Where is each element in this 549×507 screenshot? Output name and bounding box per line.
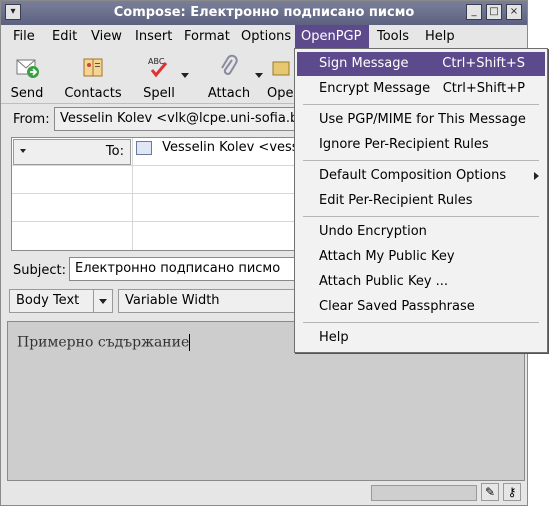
menu-item-ignore-rules[interactable]: Ignore Per-Recipient Rules [297,133,545,157]
menu-insert[interactable]: Insert [135,29,172,44]
menu-item-help[interactable]: Help [297,326,545,350]
menu-separator [303,160,539,161]
paragraph-style-value: Body Text [16,293,80,308]
key-icon[interactable]: ⚷ [503,483,521,501]
sign-message-shortcut: Ctrl+Shift+S [442,56,525,71]
menu-options[interactable]: Options [241,29,291,44]
font-value: Variable Width [125,293,220,308]
menu-item-use-pgp-mime[interactable]: Use PGP/MIME for This Message [297,108,545,132]
address-card-icon [136,140,152,155]
sign-message-label: Sign Message [319,56,409,71]
undo-encryption-label: Undo Encryption [319,224,427,239]
attach-label: Attach [207,86,251,101]
svg-text:ABC: ABC [148,57,165,66]
send-label: Send [10,86,44,101]
body-text: Примерно съдържание [17,334,190,351]
encrypt-message-shortcut: Ctrl+Shift+P [442,81,525,96]
recipient-type-label: To: [105,144,124,159]
use-pgp-mime-label: Use PGP/MIME for This Message [319,112,526,127]
spell-label: Spell [143,86,175,101]
open-label: Ope [267,86,294,101]
send-button[interactable]: Send [0,51,57,101]
menu-edit[interactable]: Edit [52,29,77,44]
grid-row-line [12,221,310,222]
menu-item-attach-my-public-key[interactable]: Attach My Public Key [297,245,545,269]
grid-row-line [12,193,310,194]
chevron-down-icon [20,149,26,153]
menu-item-encrypt-message[interactable]: Encrypt Message Ctrl+Shift+P [297,77,545,101]
paperclip-icon [221,54,238,75]
body-text-container: Примерно съдържание [17,334,191,351]
menu-format[interactable]: Format [184,29,230,44]
menu-file[interactable]: File [13,29,35,44]
maximize-button[interactable]: □ [486,4,502,20]
subject-input[interactable]: Електронно подписано писмо [69,257,301,281]
send-icon [16,59,39,78]
attach-my-key-label: Attach My Public Key [319,249,455,264]
menu-item-default-composition-options[interactable]: Default Composition Options [297,164,545,188]
recipients-list: To: Vesselin Kolev <vesso [11,137,311,251]
attach-button[interactable]: Attach [199,51,259,101]
contacts-label: Contacts [64,86,122,101]
grid-row-line [12,165,310,166]
text-caret [189,334,191,351]
dropdown-button[interactable] [93,290,112,312]
menu-tools[interactable]: Tools [377,29,409,44]
menu-separator [303,104,539,105]
ignore-rules-label: Ignore Per-Recipient Rules [319,137,489,152]
spell-dropdown-arrow-icon[interactable] [181,73,189,78]
spell-check-icon: ABC [148,57,168,78]
help-label: Help [319,330,349,345]
minimize-button[interactable]: _ [466,4,482,20]
progress-meter [371,485,477,501]
submenu-arrow-icon [534,172,539,180]
menu-view[interactable]: View [91,29,122,44]
open-icon [272,61,290,76]
status-bar: ✎ ⚷ [7,483,525,503]
menu-item-clear-passphrase[interactable]: Clear Saved Passphrase [297,295,545,319]
clear-passphrase-label: Clear Saved Passphrase [319,299,475,314]
edit-rules-label: Edit Per-Recipient Rules [319,193,473,208]
grid-divider [132,138,133,250]
attach-key-label: Attach Public Key ... [319,274,449,289]
menu-item-edit-rules[interactable]: Edit Per-Recipient Rules [297,189,545,213]
menu-help[interactable]: Help [425,29,455,44]
attach-dropdown-arrow-icon[interactable] [255,73,263,78]
from-select[interactable]: Vesselin Kolev <vlk@lcpe.uni-sofia.bg> [54,107,314,131]
contacts-button[interactable]: Contacts [63,51,123,101]
default-options-label: Default Composition Options [319,168,507,183]
openpgp-menu: Sign Message Ctrl+Shift+S Encrypt Messag… [294,48,548,353]
spell-button[interactable]: ABC Spell [129,51,189,101]
subject-label: Subject: [13,263,66,278]
recipient-type-select[interactable]: To: [13,139,131,165]
font-select[interactable]: Variable Width [118,289,308,313]
menu-openpgp[interactable]: OpenPGP [295,25,369,49]
menu-bar: File Edit View Insert Format Options Ope… [1,25,527,49]
chevron-down-icon [99,299,107,304]
open-button[interactable]: Ope [265,51,295,101]
encrypt-message-label: Encrypt Message [319,81,431,96]
edit-pencil-icon[interactable]: ✎ [481,483,499,501]
contacts-icon [83,58,103,77]
menu-separator [303,216,539,217]
menu-item-undo-encryption[interactable]: Undo Encryption [297,220,545,244]
menu-separator [303,322,539,323]
close-button[interactable]: × [506,4,522,20]
menu-item-attach-public-key[interactable]: Attach Public Key ... [297,270,545,294]
recipient-address-field[interactable]: Vesselin Kolev <vesso [136,140,312,164]
paragraph-style-select[interactable]: Body Text [9,289,113,313]
from-label: From: [13,112,50,127]
window-title: Compose: Електронно подписано писмо [113,5,415,20]
title-bar: ▾ Compose: Електронно подписано писмо _ … [1,1,527,25]
recipient-address: Vesselin Kolev <vesso [162,140,307,155]
menu-item-sign-message[interactable]: Sign Message Ctrl+Shift+S [297,52,545,76]
